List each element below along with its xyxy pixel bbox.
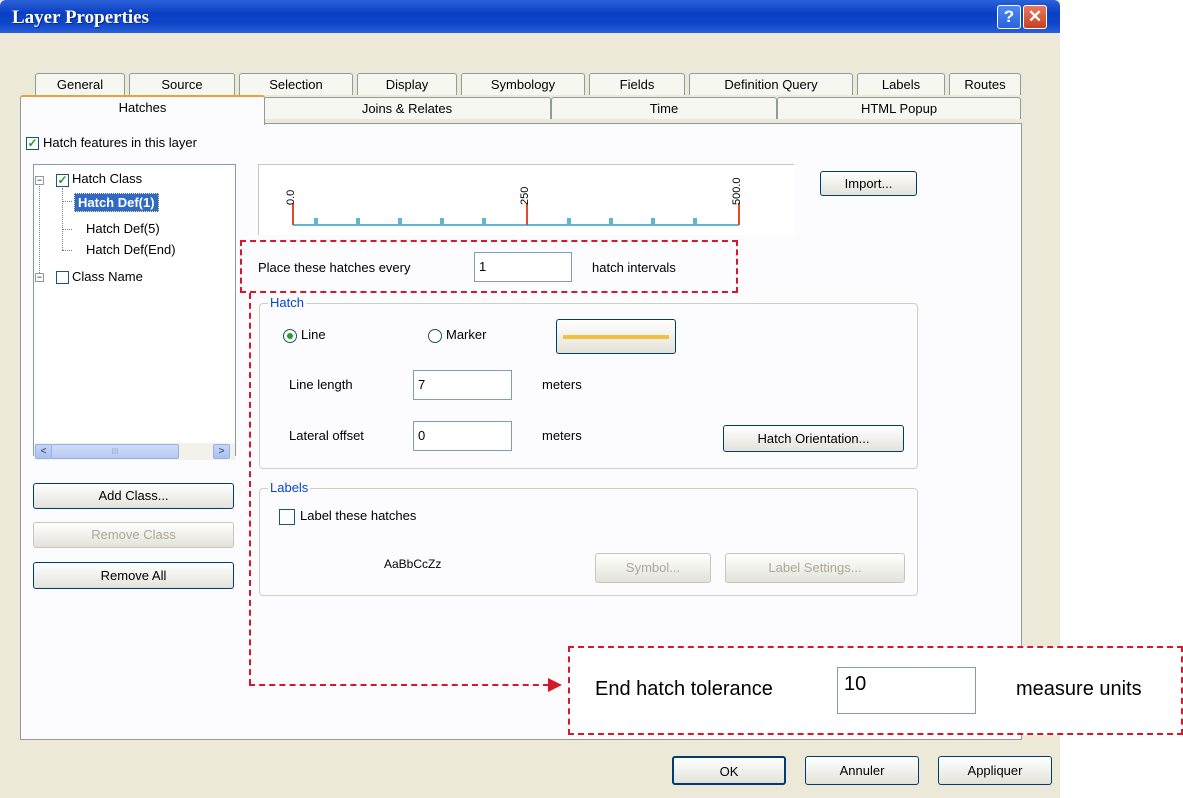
line-symbol-swatch — [563, 335, 669, 339]
class-name-checkbox[interactable] — [56, 271, 69, 284]
tab-time[interactable]: Time — [551, 97, 777, 119]
hatch-group-legend: Hatch — [268, 295, 306, 310]
remove-all-button[interactable]: Remove All — [33, 562, 234, 589]
interval-input[interactable]: 1 — [474, 252, 572, 282]
end-hatch-tolerance-input[interactable]: 10 — [837, 667, 976, 714]
hatch-orientation-button[interactable]: Hatch Orientation... — [723, 425, 904, 452]
hatch-features-checkbox[interactable]: ✓ — [26, 137, 39, 150]
tab-source[interactable]: Source — [129, 73, 235, 95]
apply-button[interactable]: Appliquer — [938, 756, 1052, 785]
lateral-offset-unit: meters — [542, 428, 582, 443]
tab-routes[interactable]: Routes — [949, 73, 1021, 95]
label-sample-text: AaBbCcZz — [384, 557, 442, 571]
title-bar: Layer Properties ? ✕ — [0, 0, 1060, 33]
dialog-title: Layer Properties — [12, 7, 150, 28]
tab-hatches[interactable]: Hatches — [20, 95, 265, 125]
interval-label: Place these hatches every — [258, 260, 411, 275]
close-icon: ✕ — [1027, 7, 1043, 26]
cancel-button[interactable]: Annuler — [805, 756, 919, 785]
line-radio-label: Line — [301, 327, 326, 342]
tab-html-popup[interactable]: HTML Popup — [777, 97, 1021, 119]
marker-radio-label: Marker — [446, 327, 487, 342]
label-hatches-label: Label these hatches — [300, 508, 417, 523]
callout-connector-horizontal — [249, 684, 549, 686]
line-radio[interactable] — [283, 329, 297, 343]
scroll-thumb[interactable]: III — [51, 444, 179, 459]
line-length-input[interactable]: 7 — [413, 370, 512, 400]
import-button[interactable]: Import... — [820, 171, 917, 196]
ruler-label-mid: 250 — [519, 186, 531, 205]
add-class-button[interactable]: Add Class... — [33, 483, 234, 509]
tab-fields[interactable]: Fields — [589, 73, 685, 95]
tree-item-hatch-class[interactable]: Hatch Class — [72, 171, 142, 186]
expand-icon[interactable]: − — [35, 273, 44, 282]
lateral-offset-input[interactable]: 0 — [413, 421, 512, 451]
hatch-preview: 0.0 250 500.0 — [258, 164, 794, 235]
tab-selection[interactable]: Selection — [239, 73, 353, 95]
hatch-class-checkbox[interactable]: ✓ — [56, 174, 69, 187]
ruler-label-start: 0.0 — [285, 189, 297, 205]
scroll-right-icon[interactable]: > — [213, 444, 230, 459]
end-hatch-tolerance-label: End hatch tolerance — [595, 678, 773, 700]
tab-joins-relates[interactable]: Joins & Relates — [263, 97, 551, 119]
callout-connector-vertical — [249, 293, 251, 685]
tab-labels[interactable]: Labels — [857, 73, 945, 95]
callout-arrow-icon — [548, 678, 562, 692]
close-button[interactable]: ✕ — [1023, 5, 1047, 29]
hatch-class-tree[interactable]: − ✓ Hatch Class Hatch Def(1) Hatch Def(5… — [33, 164, 236, 456]
label-settings-button[interactable]: Label Settings... — [725, 553, 905, 583]
remove-class-button[interactable]: Remove Class — [33, 522, 234, 548]
tab-symbology[interactable]: Symbology — [461, 73, 585, 95]
tree-item-class-name[interactable]: Class Name — [72, 269, 143, 284]
symbol-preview-button[interactable] — [556, 319, 676, 354]
expand-icon[interactable]: − — [35, 176, 44, 185]
help-button[interactable]: ? — [997, 5, 1021, 29]
hatch-features-label: Hatch features in this layer — [43, 135, 197, 150]
question-icon: ? — [1003, 7, 1015, 26]
ok-button[interactable]: OK — [672, 756, 786, 785]
line-length-label: Line length — [289, 377, 353, 392]
tab-general[interactable]: General — [35, 73, 125, 95]
line-length-unit: meters — [542, 377, 582, 392]
marker-radio[interactable] — [428, 329, 442, 343]
ruler-label-end: 500.0 — [731, 177, 743, 205]
tab-display[interactable]: Display — [357, 73, 457, 95]
callout-box: End hatch tolerance 10 measure units — [568, 646, 1183, 735]
lateral-offset-label: Lateral offset — [289, 428, 364, 443]
interval-unit: hatch intervals — [592, 260, 676, 275]
labels-group-legend: Labels — [268, 480, 311, 495]
tree-item-hatch-def-1[interactable]: Hatch Def(1) — [74, 193, 159, 212]
tree-item-hatch-def-5[interactable]: Hatch Def(5) — [86, 221, 160, 236]
tree-item-hatch-def-end[interactable]: Hatch Def(End) — [86, 242, 176, 257]
symbol-button[interactable]: Symbol... — [595, 553, 711, 583]
end-hatch-tolerance-unit: measure units — [1016, 678, 1142, 700]
scroll-left-icon[interactable]: < — [35, 444, 52, 459]
label-hatches-checkbox[interactable] — [279, 509, 295, 525]
tab-definition-query[interactable]: Definition Query — [689, 73, 853, 95]
